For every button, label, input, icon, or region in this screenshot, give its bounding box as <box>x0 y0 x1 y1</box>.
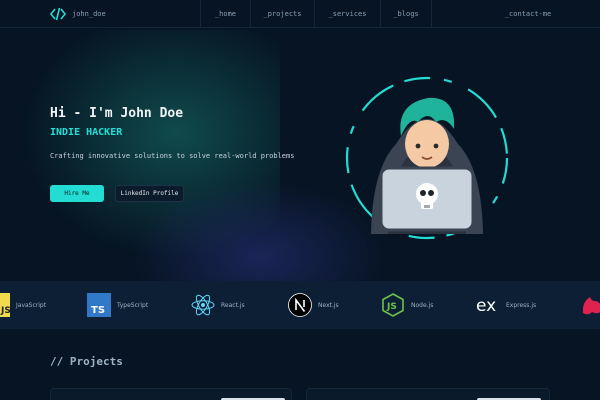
tech-item-javascript: JS JavaScript <box>0 281 46 329</box>
javascript-icon: JS <box>0 293 10 317</box>
tech-item-nodejs: JS Node.js <box>381 281 433 329</box>
tech-label: Next.js <box>318 301 339 309</box>
nav-link-contact[interactable]: _contact-me <box>498 0 558 28</box>
express-icon: ex <box>476 296 496 316</box>
logo[interactable]: john_doe <box>50 7 106 21</box>
tech-item-nextjs: Next.js <box>288 281 339 329</box>
hero-subtitle: INDIE HACKER <box>50 127 123 138</box>
hire-me-button[interactable]: Hire Me <box>50 185 104 202</box>
tech-item-typescript: TS TypeScript <box>87 281 148 329</box>
top-nav: john_doe _home _projects _services _blog… <box>0 0 600 28</box>
typescript-icon: TS <box>87 293 111 317</box>
nextjs-icon <box>288 293 312 317</box>
project-card[interactable] <box>50 388 292 400</box>
tech-label: React.js <box>221 301 245 309</box>
react-icon <box>191 294 215 316</box>
nestjs-icon <box>582 297 600 315</box>
svg-text:JS: JS <box>0 306 10 316</box>
tech-label: TypeScript <box>117 301 149 309</box>
hero-description: Crafting innovative solutions to solve r… <box>50 152 295 160</box>
tech-label: JavaScript <box>16 301 47 309</box>
nav-link-blogs[interactable]: _blogs <box>380 0 432 28</box>
projects-section-title: // Projects <box>50 355 123 368</box>
project-card[interactable] <box>306 388 550 400</box>
svg-text:JS: JS <box>386 302 397 312</box>
nav-link-services[interactable]: _services <box>314 0 380 28</box>
hero-title: Hi - I'm John Doe <box>50 106 184 121</box>
tech-item-express: ex Express.js <box>476 281 536 329</box>
linkedin-profile-button[interactable]: LinkedIn Profile <box>115 185 184 202</box>
logo-text: john_doe <box>72 10 106 18</box>
tech-label: Express.js <box>506 301 537 309</box>
tech-stack-strip: JS JavaScript TS TypeScript React.js Nex… <box>0 281 600 329</box>
tech-item-react: React.js <box>191 281 245 329</box>
svg-text:ex: ex <box>476 296 496 316</box>
nav-link-home[interactable]: _home <box>200 0 250 28</box>
nav-link-projects[interactable]: _projects <box>250 0 314 28</box>
svg-text:TS: TS <box>91 305 105 316</box>
code-brackets-icon <box>50 7 66 21</box>
nodejs-icon: JS <box>382 293 404 317</box>
hacker-avatar-illustration <box>345 76 509 240</box>
tech-item-nestjs <box>580 281 600 329</box>
tech-label: Node.js <box>411 301 434 309</box>
